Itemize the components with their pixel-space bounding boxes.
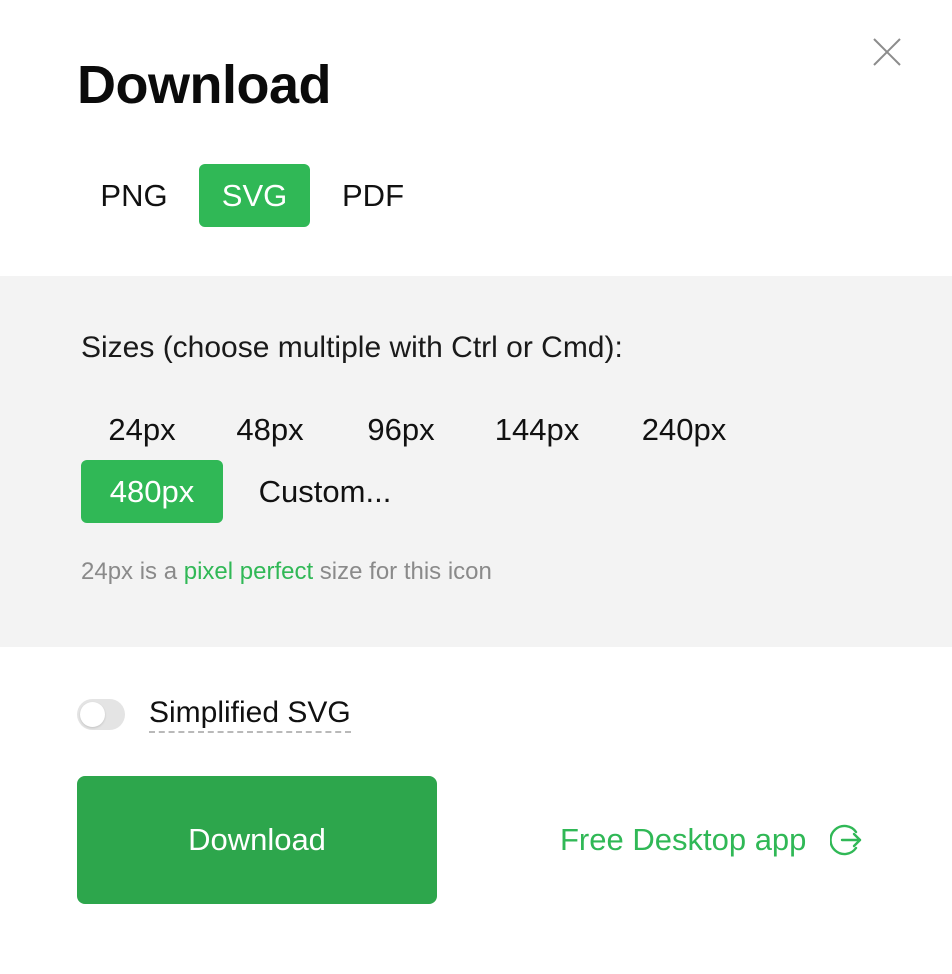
size-hint-prefix: 24px is a xyxy=(81,558,184,585)
size-option-custom[interactable]: Custom... xyxy=(237,460,413,523)
close-icon[interactable] xyxy=(870,35,904,69)
size-option-144px[interactable]: 144px xyxy=(472,398,602,461)
pixel-perfect-link[interactable]: pixel perfect xyxy=(184,558,313,585)
size-hint-suffix: size for this icon xyxy=(313,558,492,585)
download-button[interactable]: Download xyxy=(77,776,437,904)
simplified-svg-toggle[interactable] xyxy=(77,698,125,730)
dialog-title: Download xyxy=(77,55,331,115)
sizes-heading: Sizes (choose multiple with Ctrl or Cmd)… xyxy=(81,331,623,364)
format-tabs: PNG SVG PDF xyxy=(79,164,426,227)
download-dialog: Download PNG SVG PDF Sizes (choose multi… xyxy=(0,0,952,974)
tab-pdf[interactable]: PDF xyxy=(320,164,426,227)
free-desktop-app-link[interactable]: Free Desktop app xyxy=(560,818,864,862)
simplified-svg-row: Simplified SVG xyxy=(77,694,351,734)
size-option-240px[interactable]: 240px xyxy=(616,398,752,461)
size-option-480px[interactable]: 480px xyxy=(81,460,223,523)
tab-png[interactable]: PNG xyxy=(79,164,189,227)
toggle-knob xyxy=(80,701,105,727)
size-option-48px[interactable]: 48px xyxy=(211,398,329,461)
desktop-app-label: Free Desktop app xyxy=(560,822,807,857)
size-hint: 24px is a pixel perfect size for this ic… xyxy=(81,558,492,586)
tab-svg[interactable]: SVG xyxy=(199,164,310,227)
size-option-96px[interactable]: 96px xyxy=(341,398,461,461)
size-option-24px[interactable]: 24px xyxy=(81,398,203,461)
external-arrow-icon xyxy=(829,823,864,857)
simplified-svg-label[interactable]: Simplified SVG xyxy=(149,695,351,733)
sizes-panel: Sizes (choose multiple with Ctrl or Cmd)… xyxy=(0,276,952,647)
